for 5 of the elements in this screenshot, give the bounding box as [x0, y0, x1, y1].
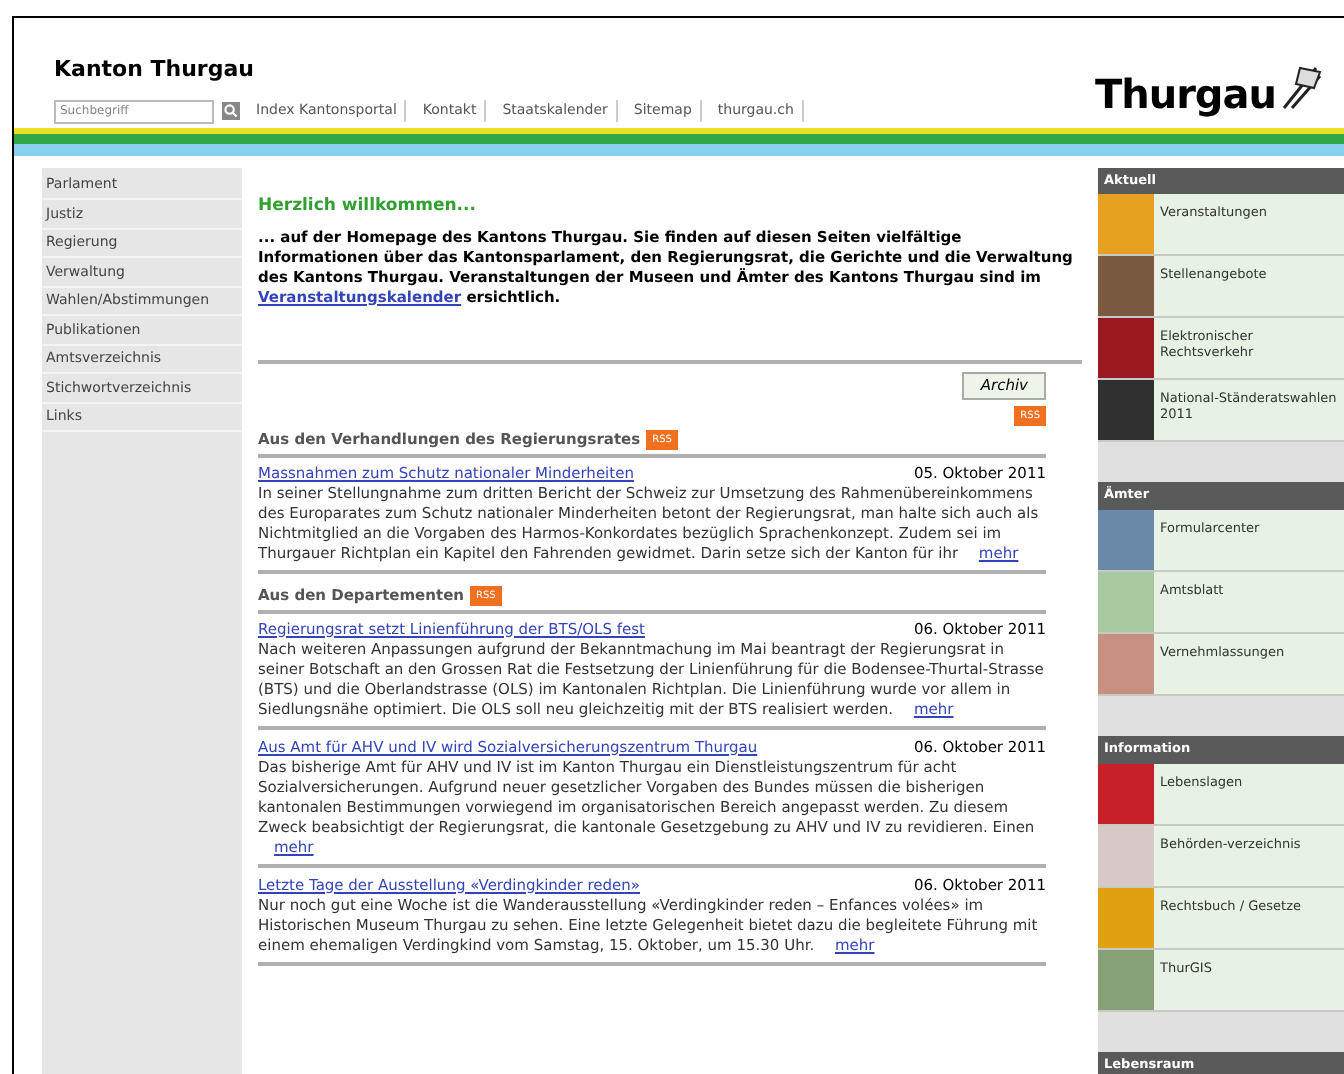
search-icon [224, 104, 238, 118]
welcome-heading: Herzlich willkommen... [258, 195, 478, 215]
logo-wordmark: Thurgau [1094, 67, 1276, 121]
search-button[interactable] [222, 102, 240, 120]
site-title: Kanton Thurgau [54, 54, 256, 86]
